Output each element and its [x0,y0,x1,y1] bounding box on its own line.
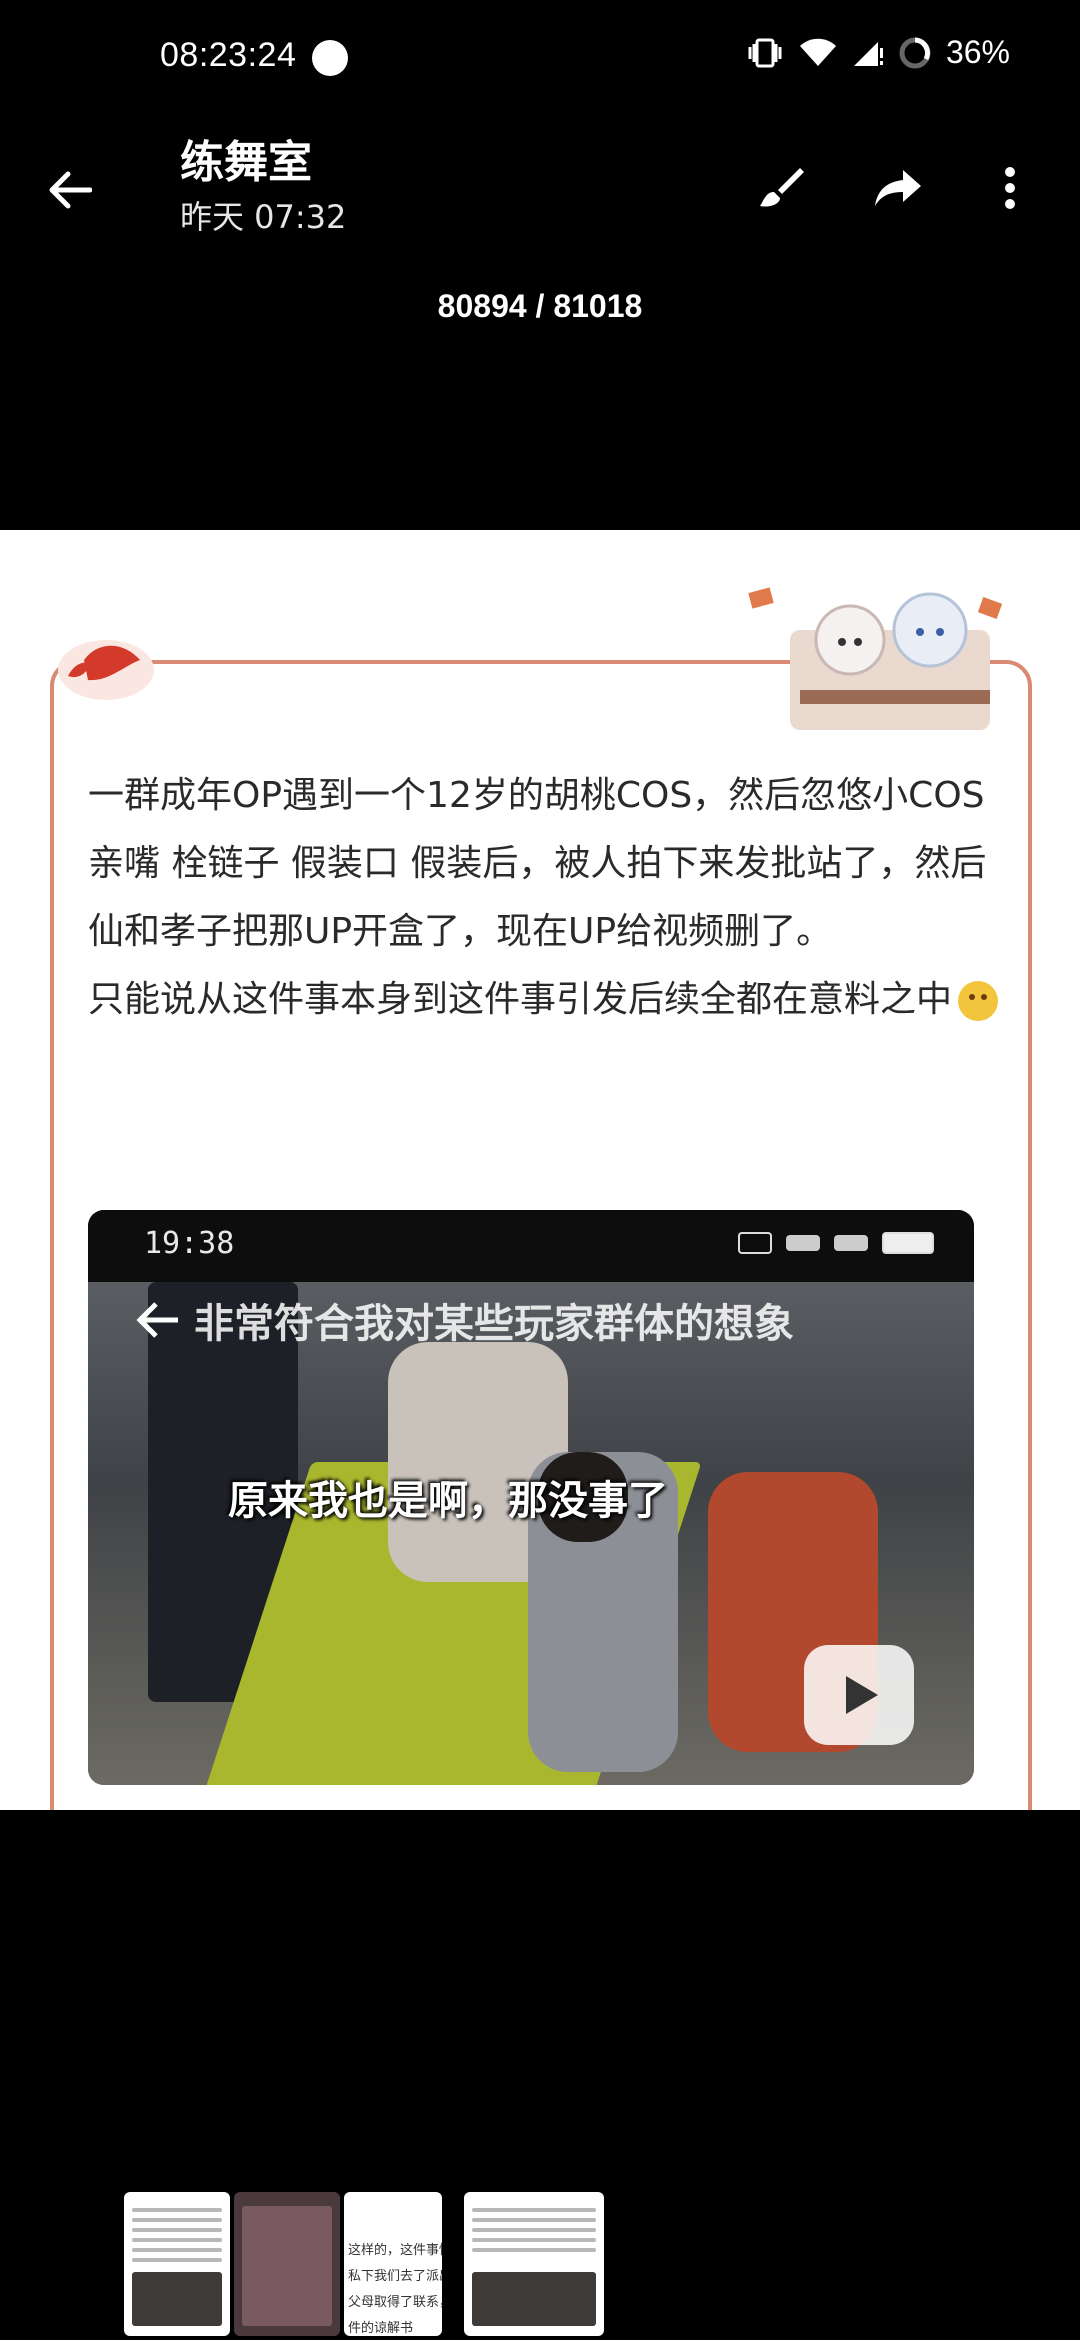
embedded-screenshot: 19:38 非常符合我对某些玩家群体的想象 原来我也是啊，那没事了 [88,1210,974,1785]
thumbnail-2-photo [242,2206,332,2326]
viewer-header: 练舞室 昨天 07:32 [0,120,1080,250]
play-icon [846,1676,878,1714]
more-options-button[interactable] [984,152,1036,224]
back-arrow-icon [49,171,92,209]
embedded-nav-bar: 非常符合我对某些玩家群体的想象 [136,1290,936,1350]
embedded-nav-title: 非常符合我对某些玩家群体的想象 [194,1301,794,1347]
notification-dot-icon [312,40,348,76]
embedded-status-icons [738,1232,934,1254]
thumbnail-strip: 这样的，这件事情在 私下我们去了派出所 父母取得了联系，已 件的谅解书 [124,2192,608,2336]
signal-5g-icon [834,1235,868,1251]
post-text: 一群成年OP遇到一个12岁的胡桃COS，然后忽悠小COS亲嘴 栓链子 假装口 假… [88,762,1008,1034]
cell-signal-icon [853,41,883,66]
thumbnail-3-text: 这样的，这件事情在 私下我们去了派出所 父母取得了联系，已 件的谅解书 [348,2243,442,2336]
thumbnail-1-photo [132,2272,222,2326]
status-time: 08:23:24 [160,36,297,74]
more-vert-icon [1005,167,1015,209]
back-button[interactable] [38,158,102,222]
anime-characters-sticker [748,587,1003,730]
embedded-time: 19:38 [144,1226,235,1261]
image-counter: 80894 / 81018 [437,288,643,324]
thumbnail-1[interactable] [124,2192,230,2336]
battery-percent: 36% [945,34,1010,70]
main-image[interactable]: 一群成年OP遇到一个12岁的胡桃COS，然后忽悠小COS亲嘴 栓链子 假装口 假… [0,530,1080,1810]
embedded-back-arrow-icon [136,1302,178,1338]
thumbnail-4-photo [472,2272,596,2326]
post-paragraph-1: 一群成年OP遇到一个12岁的胡桃COS，然后忽悠小COS亲嘴 栓链子 假装口 假… [88,775,987,952]
embedded-status-bar: 19:38 [88,1210,974,1282]
embedded-caption: 原来我也是啊，那没事了 [228,1478,668,1524]
signal-4g-icon [786,1235,820,1251]
share-button[interactable] [862,152,934,224]
post-paragraph-2-text: 只能说从这件事本身到这件事引发后续全都在意料之中 [88,979,953,1020]
video-play-badge [804,1645,914,1745]
thumbnail-3[interactable]: 这样的，这件事情在 私下我们去了派出所 父母取得了联系，已 件的谅解书 [344,2192,442,2336]
status-icons: 36% [746,34,1010,71]
hd-icon [738,1232,772,1254]
brush-icon [760,168,804,207]
edit-button[interactable] [744,152,816,224]
message-timestamp: 昨天 07:32 [180,198,347,236]
surprised-emoji-icon [958,981,999,1021]
chat-title: 练舞室 [180,137,312,188]
status-bar: 08:23:24 36% [0,0,1080,120]
vibrate-icon [748,38,782,67]
post-paragraph-2: 只能说从这件事本身到这件事引发后续全都在意料之中 [88,966,1008,1034]
battery-ring-icon [899,37,931,68]
share-icon [875,170,921,206]
embedded-battery-icon [882,1232,934,1254]
thumbnail-2[interactable] [234,2192,340,2336]
thumbnail-4-current[interactable] [464,2192,604,2336]
chili-sticker-icon [58,640,154,700]
wifi-icon [799,38,836,66]
